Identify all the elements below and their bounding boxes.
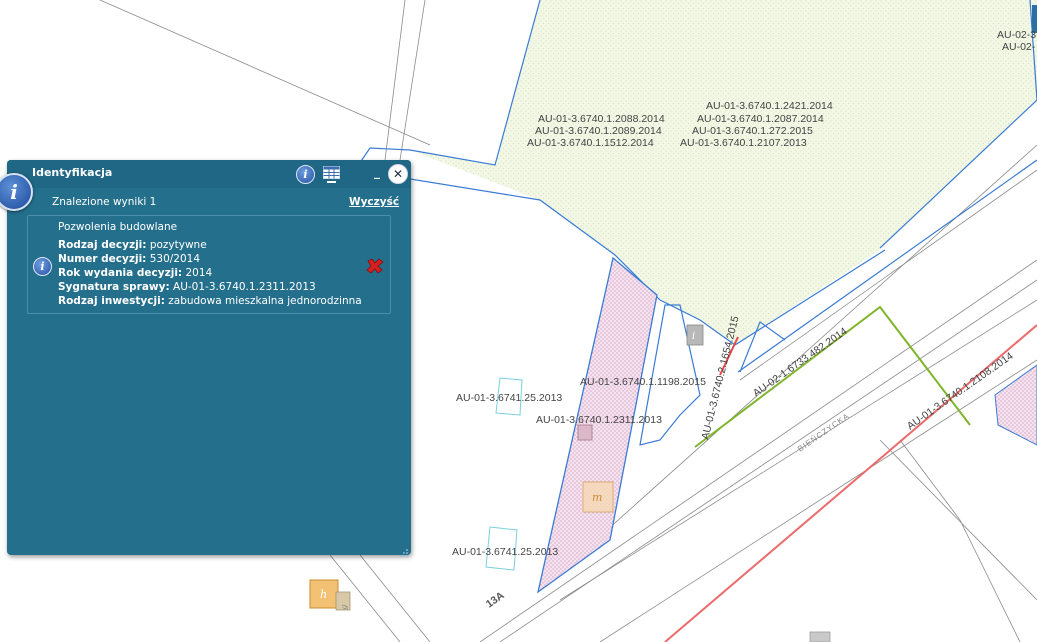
info-icon[interactable]: i — [296, 165, 315, 184]
label-au-1512: AU-01-3.6740.1.1512.2014 — [527, 137, 654, 149]
street-name: BIEŃCZYCKA — [796, 411, 851, 453]
label-au-2311: AU-01-3.6740.1.2311.2013 — [536, 414, 662, 426]
identification-panel[interactable]: Identyfikacja i _ ✕ i Znalezione wyniki … — [0, 160, 411, 557]
result-info-icon[interactable]: i — [33, 257, 52, 276]
identify-tool-icon: i — [0, 173, 33, 211]
label-au-1198: AU-01-3.6740.1.1198.2015 — [580, 376, 706, 388]
close-button[interactable]: ✕ — [388, 164, 408, 184]
close-icon: ✕ — [392, 167, 404, 181]
delete-icon[interactable] — [366, 258, 384, 274]
resize-grip-icon[interactable] — [399, 543, 409, 557]
attribute-decision-type: Rodzaj decyzji: pozytywne — [58, 239, 207, 251]
table-icon[interactable] — [323, 166, 340, 184]
label-au-2107: AU-01-3.6740.1.2107.2013 — [680, 137, 807, 149]
results-count: Znalezione wyniki 1 — [52, 196, 157, 208]
label-au-2089: AU-01-3.6740.1.2089.2014 — [535, 125, 662, 137]
label-au-6741-top: AU-01-3.6741.25.2013 — [456, 392, 562, 404]
label-au-edge2: AU-02- — [1002, 41, 1036, 53]
attribute-case-signature: Sygnatura sprawy: AU-01-3.6740.1.2311.20… — [58, 281, 316, 293]
clear-results-link[interactable]: Wyczyść — [349, 196, 399, 208]
panel-header[interactable]: Identyfikacja i _ ✕ — [7, 160, 411, 188]
house-number: 13A — [484, 589, 507, 610]
attribute-decision-number: Numer decyzji: 530/2014 — [58, 253, 201, 265]
building-label-i: i — [692, 331, 695, 342]
label-au-2087: AU-01-3.6740.1.2087.2014 — [697, 113, 824, 125]
label-au-2088: AU-01-3.6740.1.2088.2014 — [538, 113, 665, 125]
attribute-decision-year: Rok wydania decyzji: 2014 — [58, 267, 213, 279]
minimize-button[interactable]: _ — [370, 163, 384, 181]
attribute-investment-type: Rodzaj inwestycji: zabudowa mieszkalna j… — [58, 295, 362, 307]
building-label-m: m — [592, 491, 602, 504]
label-au-2421: AU-01-3.6740.1.2421.2014 — [706, 100, 833, 112]
label-au-6741-bottom: AU-01-3.6741.25.2013 — [452, 546, 558, 558]
result-layer-name: Pozwolenia budowlane — [58, 221, 178, 233]
label-au-272: AU-01-3.6740.1.272.2015 — [692, 125, 813, 137]
label-au-edge1: AU-02-3 — [997, 29, 1036, 41]
label-au-482: AU-02-1.6733.482.2014 — [751, 325, 850, 399]
panel-title: Identyfikacja — [32, 166, 113, 179]
building-label-h: h — [320, 588, 327, 601]
result-item[interactable]: Pozwolenia budowlane i Rodzaj decyzji: p… — [27, 215, 391, 314]
zoning-area[interactable] — [410, 0, 1037, 345]
